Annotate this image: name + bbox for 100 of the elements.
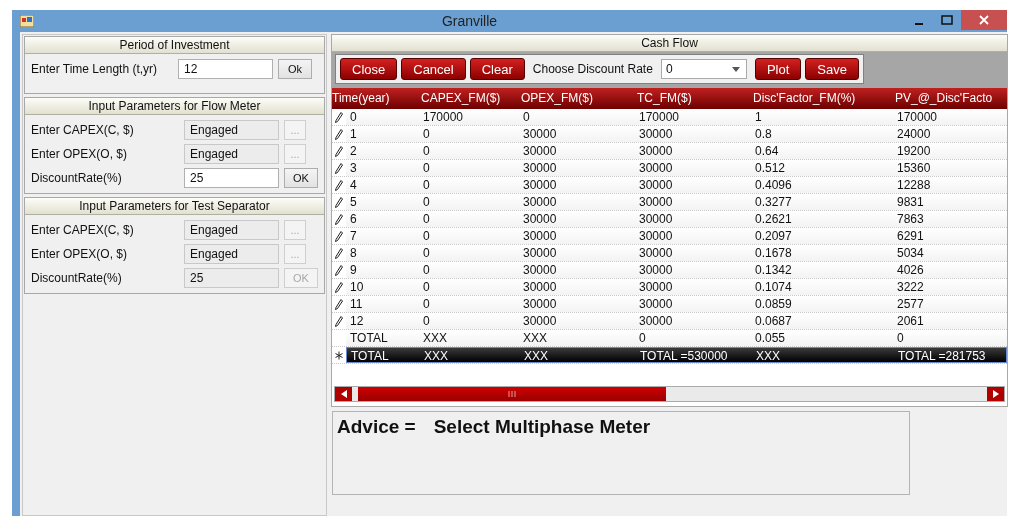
table-cell-text: 9 — [349, 262, 358, 278]
table-row[interactable]: 12 0 30000 30000 0.0687 2061 — [346, 313, 1007, 329]
maximize-icon — [941, 15, 953, 25]
table-cell-text: 0.0859 — [754, 296, 793, 312]
group-title: Period of Investment — [25, 37, 324, 54]
table-cell-text: 0 — [896, 330, 905, 346]
table-cell-text: 30000 — [638, 160, 674, 176]
column-header[interactable]: OPEX_FM($) — [519, 88, 635, 109]
pencil-icon — [335, 111, 343, 123]
pencil-icon — [335, 196, 343, 208]
table-cell-text: 30000 — [522, 296, 558, 312]
table-cell-text: 30000 — [638, 194, 674, 210]
table-row[interactable]: 9 0 30000 30000 0.1342 4026 — [346, 262, 1007, 278]
table-cell-text: 30000 — [638, 279, 674, 295]
table-cell-text: 0.4096 — [754, 177, 793, 193]
minimize-icon — [915, 23, 923, 25]
table-cell-text: 2 — [349, 143, 358, 159]
table-row[interactable]: 7 0 30000 30000 0.2097 6291 — [346, 228, 1007, 244]
ok-button[interactable]: OK — [284, 168, 318, 188]
table-cell-text: 30000 — [638, 143, 674, 159]
table-cell-text: 30000 — [522, 160, 558, 176]
table-cell-text: 0.1678 — [754, 245, 793, 261]
table-row[interactable]: 11 0 30000 30000 0.0859 2577 — [346, 296, 1007, 312]
table-cell-text: 0 — [422, 177, 431, 193]
toolbar-button[interactable]: Clear — [469, 58, 525, 80]
table-cell-text: 0 — [422, 279, 431, 295]
pencil-icon — [335, 179, 343, 191]
table-cell-text: 30000 — [522, 211, 558, 227]
group-title: Input Parameters for Flow Meter — [25, 98, 324, 115]
table-cell-text: 0.512 — [754, 160, 787, 176]
table-row[interactable]: TOTAL XXX XXX TOTAL =530000 XXX TOTAL =281753 — [346, 347, 1007, 363]
table-cell-text: 30000 — [522, 177, 558, 193]
table-cell-text: TOTAL =281753 — [897, 348, 987, 362]
table-cell-text: 0.8 — [754, 126, 773, 142]
field-label: Enter Time Length (t,yr) — [31, 62, 159, 76]
table-row[interactable]: 0 170000 0 170000 1 170000 — [346, 109, 1007, 125]
pencil-icon — [335, 264, 343, 276]
right-arrow-icon — [992, 390, 999, 398]
ok-button[interactable]: Ok — [278, 59, 312, 79]
field-label: Enter CAPEX(C, $) — [31, 223, 135, 237]
input-field[interactable]: 25 — [184, 168, 279, 188]
column-header[interactable]: PV_@_Disc'Facto — [893, 88, 1005, 109]
table-cell-text: TOTAL =530000 — [639, 348, 729, 362]
table-cell-text: 30000 — [638, 211, 674, 227]
horizontal-scrollbar[interactable] — [334, 386, 1005, 402]
scroll-right-button[interactable] — [987, 387, 1004, 401]
column-header[interactable]: CAPEX_FM($) — [419, 88, 519, 109]
column-header[interactable]: Disc'Factor_FM(%) — [751, 88, 893, 109]
field-label: DiscountRate(%) — [31, 171, 123, 185]
table-cell-text: 30000 — [522, 228, 558, 244]
table-cell-text: 0.2097 — [754, 228, 793, 244]
table-cell-text: 30000 — [522, 262, 558, 278]
table-cell-text: 30000 — [522, 279, 558, 295]
pencil-icon — [335, 281, 343, 293]
table-cell-text: 30000 — [522, 126, 558, 142]
toolbar-button[interactable]: Cancel — [401, 58, 466, 80]
field-label: Enter OPEX(O, $) — [31, 147, 129, 161]
field-label: Enter CAPEX(C, $) — [31, 123, 135, 137]
table-cell-text: 0 — [422, 245, 431, 261]
table-cell-text: 8 — [349, 245, 358, 261]
table-cell-text: XXX — [422, 330, 448, 346]
table-cell-text: 30000 — [638, 313, 674, 329]
column-header[interactable]: Time(year) — [332, 88, 419, 109]
table-cell-text: 4 — [349, 177, 358, 193]
column-header[interactable]: TC_FM($) — [635, 88, 751, 109]
table-cell-text: 0 — [422, 313, 431, 329]
table-row[interactable]: 10 0 30000 30000 0.1074 3222 — [346, 279, 1007, 295]
toolbar-button[interactable]: Save — [805, 58, 859, 80]
table-cell-text: 7 — [349, 228, 358, 244]
table-cell-text: 0 — [422, 262, 431, 278]
input-field[interactable]: 12 — [178, 59, 273, 79]
table-row[interactable]: 4 0 30000 30000 0.4096 12288 — [346, 177, 1007, 193]
table-cell-text: 0 — [422, 143, 431, 159]
table-cell-text: 6 — [349, 211, 358, 227]
advice-text: Select Multiphase Meter — [433, 416, 651, 439]
toolbar-button[interactable]: Plot — [754, 58, 802, 80]
pencil-icon — [335, 128, 343, 140]
table-cell-text: 1 — [754, 109, 763, 125]
table-cell-text: 0.1074 — [754, 279, 793, 295]
scroll-thumb[interactable] — [358, 387, 666, 401]
table-row[interactable]: 1 0 30000 30000 0.8 24000 — [346, 126, 1007, 142]
table-cell-text: 30000 — [522, 313, 558, 329]
table-row[interactable]: 3 0 30000 30000 0.512 15360 — [346, 160, 1007, 176]
discount-rate-dropdown[interactable]: 0 — [660, 59, 747, 79]
table-row[interactable]: TOTAL XXX XXX 0 0.055 0 — [346, 330, 1007, 346]
table-row[interactable]: 6 0 30000 30000 0.2621 7863 — [346, 211, 1007, 227]
pencil-icon — [335, 315, 343, 327]
table-row[interactable]: 2 0 30000 30000 0.64 19200 — [346, 143, 1007, 159]
table-cell-text: 3222 — [896, 279, 925, 295]
scroll-left-button[interactable] — [335, 387, 352, 401]
close-button[interactable] — [961, 10, 1007, 30]
table-row[interactable]: 5 0 30000 30000 0.3277 9831 — [346, 194, 1007, 210]
pencil-icon — [335, 230, 343, 242]
table-cell-text: 0.64 — [754, 143, 780, 159]
table-cell-text: 12288 — [896, 177, 932, 193]
advice-label: Advice = — [337, 416, 416, 439]
table-cell-text: 0.055 — [754, 330, 787, 346]
app-icon — [20, 15, 34, 27]
table-row[interactable]: 8 0 30000 30000 0.1678 5034 — [346, 245, 1007, 261]
toolbar-button[interactable]: Close — [340, 58, 398, 80]
